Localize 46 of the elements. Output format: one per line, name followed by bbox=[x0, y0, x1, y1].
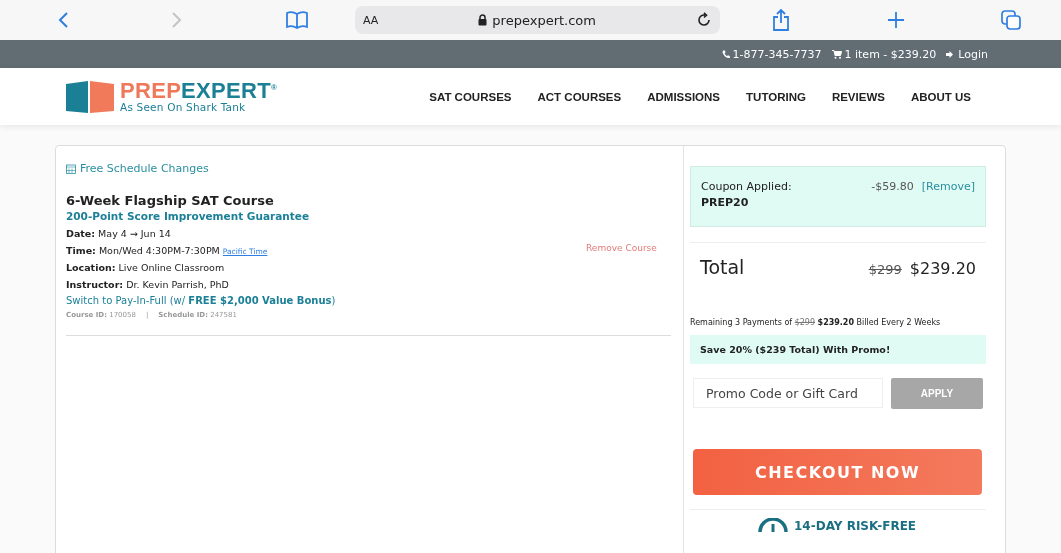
book-icon[interactable] bbox=[286, 11, 308, 29]
nav-link[interactable]: ABOUT US bbox=[910, 90, 971, 103]
brand-tagline: As Seen On Shark Tank bbox=[120, 102, 247, 113]
url-text: prepexpert.com bbox=[492, 12, 596, 28]
remove-coupon-link[interactable]: [Remove] bbox=[921, 180, 975, 193]
calendar-icon bbox=[66, 163, 76, 174]
pay-in-full-link[interactable]: Switch to Pay-In-Full (w/ FREE $2,000 Value Bonus) bbox=[66, 295, 546, 306]
schedule-changes-link[interactable]: Free Schedule Changes bbox=[80, 162, 209, 175]
lock-icon bbox=[478, 14, 488, 26]
cart-icon bbox=[831, 49, 842, 59]
address-bar[interactable]: AA prepexpert.com bbox=[355, 6, 720, 34]
nav-link[interactable]: REVIEWS bbox=[831, 90, 885, 103]
discount-amount: -$59.80 bbox=[871, 180, 914, 193]
reload-icon[interactable] bbox=[696, 12, 712, 28]
nav-link[interactable]: SAT COURSES bbox=[429, 90, 512, 103]
cart-link[interactable]: 1 item - $239.20 bbox=[844, 47, 937, 61]
course-detail: Instructor: Dr. Kevin Parrish, PhD bbox=[66, 279, 230, 290]
coupon-label: Coupon Applied: bbox=[701, 180, 792, 193]
promo-code-field[interactable]: Promo Code or Gift Card bbox=[693, 378, 883, 408]
guarantee-text: 200-Point Score Improvement Guarantee bbox=[66, 210, 310, 222]
nav-link[interactable]: ADMISSIONS bbox=[647, 90, 721, 103]
plus-icon[interactable] bbox=[887, 11, 905, 29]
nav-link[interactable]: TUTORING bbox=[746, 90, 806, 103]
tabs-icon[interactable] bbox=[1001, 10, 1021, 30]
promo-banner: Save 20% ($239 Total) With Promo! bbox=[690, 335, 986, 364]
remove-course-link[interactable]: Remove Course bbox=[586, 243, 657, 319]
total-price: $239.20 bbox=[909, 259, 976, 278]
books-logo-icon bbox=[64, 79, 116, 114]
phone-icon bbox=[721, 49, 730, 59]
coupon-code: PREP20 bbox=[701, 196, 750, 209]
login-icon bbox=[946, 49, 956, 59]
risk-free-heading: 14-DAY RISK-FREE bbox=[794, 520, 917, 532]
course-title: 6-Week Flagship SAT Course bbox=[66, 193, 275, 208]
payment-plan-text: Remaining 3 Payments of $299 $239.20 Billed Every 2 Weeks bbox=[690, 318, 942, 327]
brand-wordmark[interactable]: PREPEXPERT$^{®}$ bbox=[120, 80, 278, 103]
total-label: Total bbox=[700, 256, 745, 278]
back-icon[interactable] bbox=[57, 11, 69, 29]
login-link[interactable]: Login bbox=[958, 47, 988, 61]
checkout-button[interactable]: CHECKOUT NOW bbox=[693, 449, 982, 495]
nav-link[interactable]: ACT COURSES bbox=[537, 90, 622, 103]
course-detail: Date: May 4 → Jun 14 bbox=[66, 228, 172, 239]
share-icon[interactable] bbox=[772, 9, 790, 31]
phone-link[interactable]: 1-877-345-7737 bbox=[732, 47, 822, 61]
original-price: $299 bbox=[868, 262, 902, 277]
text-size-button[interactable]: AA bbox=[363, 13, 379, 27]
course-detail: Location: Live Online Classroom bbox=[66, 262, 226, 273]
